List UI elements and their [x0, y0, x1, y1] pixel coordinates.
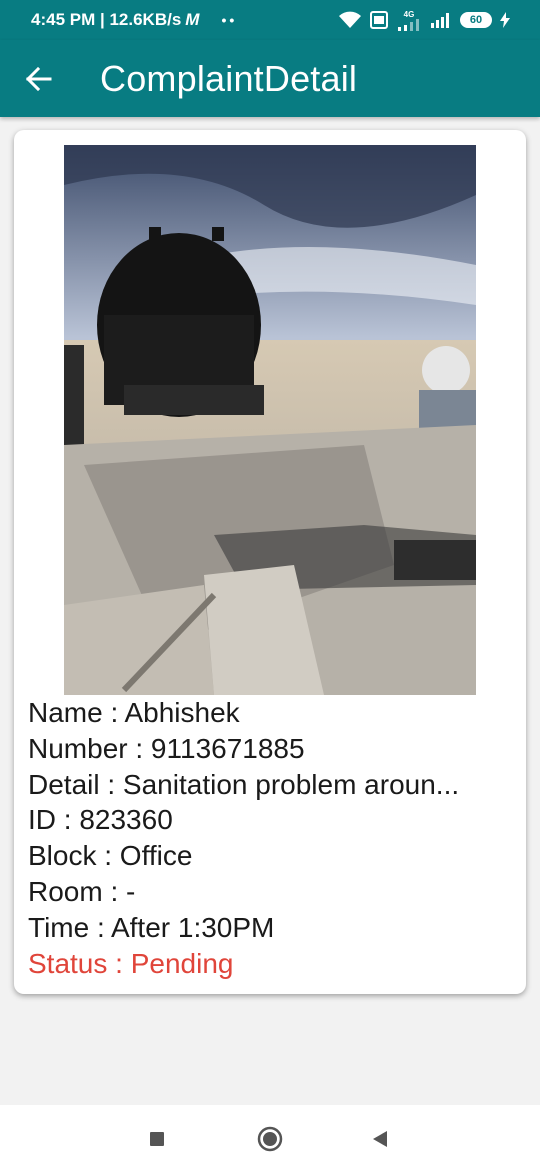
arrow-left-icon — [26, 66, 52, 91]
complaint-info: Name : Abhishek Number : 9113671885 Deta… — [28, 695, 512, 981]
recents-button[interactable] — [143, 1125, 171, 1153]
complaint-block: Block : Office — [28, 840, 193, 872]
app-bar: ComplaintDetail — [0, 40, 540, 117]
status-badge: Status : Pending — [28, 947, 234, 979]
page-title: ComplaintDetail — [100, 57, 358, 99]
triangle-back-icon — [371, 1130, 389, 1148]
complainant-name: Name : Abhishek — [28, 697, 240, 728]
circle-icon — [257, 1126, 283, 1152]
back-button[interactable] — [9, 49, 69, 109]
system-back-button[interactable] — [366, 1125, 394, 1153]
status-bar: 4:45 PM | 12.6KB/s M •• 4G 60 — [0, 0, 540, 40]
signal-icon — [430, 12, 452, 28]
notification-dots: •• — [221, 12, 238, 28]
home-button[interactable] — [256, 1125, 284, 1153]
wifi-icon — [338, 11, 362, 29]
complaint-room: Room : - — [28, 875, 136, 907]
system-nav-bar — [0, 1105, 540, 1170]
signal-4g-icon: 4G — [396, 10, 422, 31]
complaint-id: ID : 823360 — [28, 804, 173, 836]
battery-icon: 60 — [460, 12, 492, 28]
status-time: 4:45 PM | 12.6KB/s — [31, 10, 182, 29]
carrier-icon: M — [185, 10, 200, 29]
square-icon — [149, 1131, 165, 1147]
volte-icon — [370, 11, 388, 29]
network-label: 4G — [403, 9, 415, 19]
complaint-photo[interactable] — [64, 145, 476, 695]
complaint-time: Time : After 1:30PM — [28, 911, 275, 943]
complainant-number: Number : 9113671885 — [28, 732, 305, 764]
charging-icon — [500, 12, 510, 28]
complaint-detail: Detail : Sanitation problem aroun... — [28, 768, 460, 800]
complaint-card: Name : Abhishek Number : 9113671885 Deta… — [14, 130, 526, 994]
